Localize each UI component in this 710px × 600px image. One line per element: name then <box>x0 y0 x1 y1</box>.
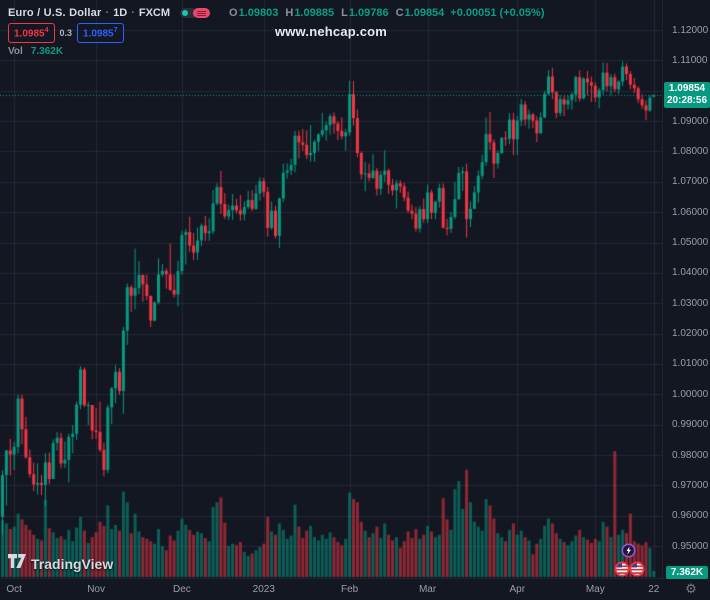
price-axis-label: 1.00000 <box>672 388 709 400</box>
price-axis-label: 1.07000 <box>672 176 709 188</box>
price-axis-label: 1.08000 <box>672 145 709 157</box>
legend-separator: · <box>105 7 110 19</box>
close-value: 1.09854 <box>404 7 445 19</box>
time-axis-label: Oct <box>6 584 22 595</box>
time-axis-label: Mar <box>418 584 437 595</box>
high-label: H <box>285 7 294 19</box>
chart-legend: Euro / U.S. Dollar · 1D · FXCM O 1.09803 … <box>8 5 544 57</box>
bar-countdown: 20:28:56 <box>666 95 708 107</box>
menu-toggle-icon[interactable] <box>193 8 211 18</box>
legend-separator: · <box>131 7 135 19</box>
time-axis-label: Apr <box>509 584 526 595</box>
low-value: 1.09786 <box>348 7 389 19</box>
time-axis-label: Dec <box>172 584 191 595</box>
price-chart-canvas[interactable] <box>0 0 662 578</box>
price-axis-label: 1.09000 <box>672 115 709 127</box>
volume-badge: 7.362K <box>666 566 708 579</box>
legend-toggles <box>180 8 211 18</box>
low-label: L <box>341 7 348 19</box>
time-axis[interactable]: Oct Nov Dec 2023 Feb Mar Apr May 22 <box>0 578 710 600</box>
price-axis-label: 1.12000 <box>672 24 709 36</box>
time-axis-label: Feb <box>340 584 359 595</box>
current-price-value: 1.09854 <box>668 83 706 95</box>
close-label: C <box>395 7 404 19</box>
legend-row-quotes: 1.09854 0.3 1.09857 <box>8 23 544 43</box>
open-value: 1.09803 <box>238 7 279 19</box>
price-axis-label: 0.96000 <box>672 510 709 522</box>
tradingview-logo-text: TradingView <box>31 556 114 572</box>
tradingview-logo-icon <box>8 554 26 574</box>
price-axis-label: 1.04000 <box>672 267 709 279</box>
price-axis-label: 0.95000 <box>672 540 709 552</box>
time-axis-label: Nov <box>87 584 105 595</box>
price-axis-label: 0.98000 <box>672 449 709 461</box>
volume-value: 7.362K <box>30 46 64 57</box>
current-price-badge: 1.09854 20:28:56 <box>664 82 710 109</box>
price-axis-label: 1.05000 <box>672 237 709 249</box>
price-axis-label: 1.03000 <box>672 297 709 309</box>
spread-value: 0.3 <box>59 28 73 38</box>
tradingview-chart-window: www.nehcap.com Euro / U.S. Dollar · 1D ·… <box>0 0 710 600</box>
tradingview-logo[interactable]: TradingView <box>8 554 113 574</box>
exchange-label: FXCM <box>138 7 171 19</box>
volume-label[interactable]: Vol <box>8 46 23 57</box>
open-label: O <box>229 7 238 19</box>
settings-gear-icon[interactable]: ⚙ <box>683 581 699 597</box>
high-value: 1.09885 <box>294 7 335 19</box>
us-flag-event-icon[interactable] <box>629 561 645 582</box>
interval-label[interactable]: 1D <box>113 7 127 19</box>
lightning-event-icon[interactable] <box>621 543 636 563</box>
ohlc-readout: O 1.09803 H 1.09885 L 1.09786 C 1.09854 +0.0… <box>222 7 544 19</box>
time-axis-label: 2023 <box>252 584 275 595</box>
time-axis-label: 22 <box>648 584 660 595</box>
price-axis-label: 0.99000 <box>672 419 709 431</box>
price-axis-label: 1.01000 <box>672 358 709 370</box>
price-axis-label: 1.02000 <box>672 328 709 340</box>
us-flag-event-icon[interactable] <box>614 561 630 582</box>
price-axis-label: 1.06000 <box>672 206 709 218</box>
price-axis-label: 0.97000 <box>672 479 709 491</box>
price-axis-label: 1.11000 <box>672 54 708 66</box>
legend-row-symbol: Euro / U.S. Dollar · 1D · FXCM O 1.09803 … <box>8 5 544 21</box>
buy-ask-button[interactable]: 1.09857 <box>77 23 124 43</box>
legend-row-volume: Vol 7.362K <box>8 46 544 57</box>
change-value: +0.00051 (+0.05%) <box>450 7 545 19</box>
time-axis-label: May <box>585 584 605 595</box>
symbol-title[interactable]: Euro / U.S. Dollar <box>8 7 101 19</box>
price-axis[interactable]: 1.09854 20:28:56 7.362K 1.12000 1.11000 1.… <box>662 0 710 579</box>
sell-bid-button[interactable]: 1.09854 <box>8 23 55 43</box>
